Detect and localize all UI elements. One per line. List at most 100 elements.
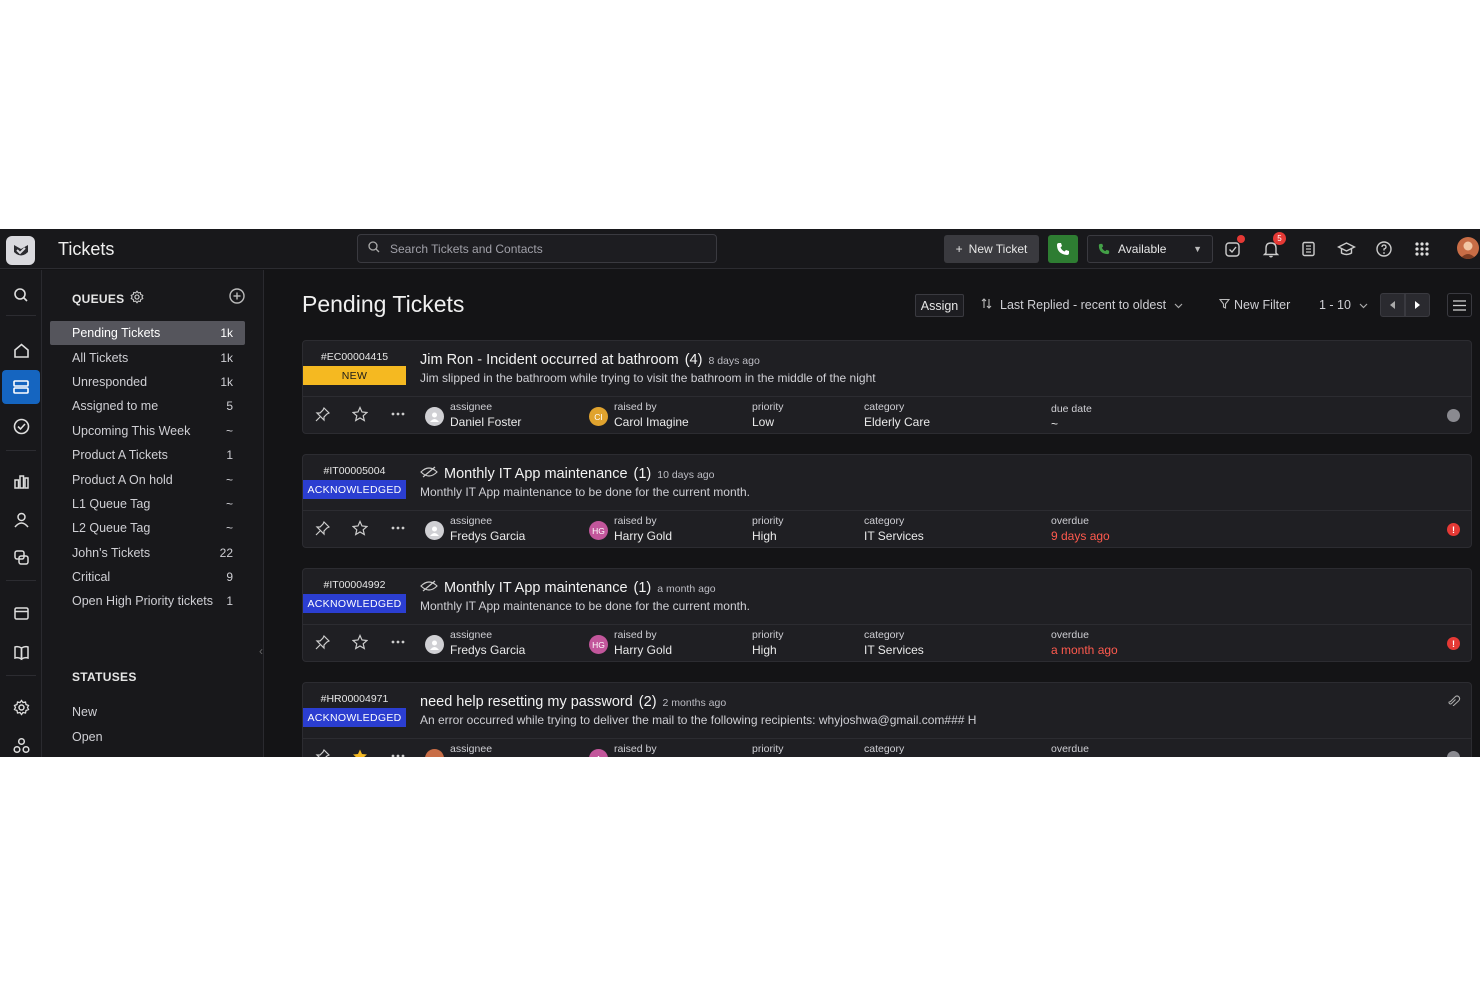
category-label: category: [864, 401, 905, 413]
more-options-icon[interactable]: [390, 748, 406, 757]
ticket-title[interactable]: Monthly IT App maintenance (1) a month a…: [420, 580, 716, 596]
more-options-icon[interactable]: [390, 520, 406, 536]
app-logo-icon[interactable]: [6, 236, 35, 265]
pin-icon[interactable]: [314, 520, 330, 536]
search-icon[interactable]: [7, 281, 35, 309]
queue-item-product-a-on-hold[interactable]: Product A On hold ~: [50, 467, 245, 491]
search-bar[interactable]: [357, 234, 717, 263]
queue-label: L2 Queue Tag: [72, 521, 151, 536]
due-date-value[interactable]: ~: [1051, 417, 1092, 431]
queue-item-johns-tickets[interactable]: John's Tickets 22: [50, 541, 245, 565]
ticket-divider: [303, 510, 1471, 511]
apps-grid-icon[interactable]: [1411, 238, 1433, 260]
overdue-value[interactable]: a month ago: [1051, 643, 1118, 657]
queue-label: Upcoming This Week: [72, 423, 191, 438]
notes-icon[interactable]: [1297, 238, 1319, 260]
ticket-status-badge: NEW: [303, 366, 406, 385]
queue-item-l1-queue-tag[interactable]: L1 Queue Tag ~: [50, 492, 245, 516]
help-icon[interactable]: [1373, 238, 1395, 260]
star-filled-icon[interactable]: [352, 748, 368, 757]
pin-icon[interactable]: [314, 406, 330, 422]
ticket-actions: [314, 520, 406, 536]
star-icon[interactable]: [352, 406, 368, 422]
tasks-icon[interactable]: [1222, 235, 1245, 260]
settings-icon[interactable]: [7, 693, 35, 721]
knowledge-icon[interactable]: [7, 638, 35, 666]
queue-settings-icon[interactable]: [130, 290, 144, 307]
queue-item-unresponded[interactable]: Unresponded 1k: [50, 370, 245, 394]
ticket-status-badge: ACKNOWLEDGED: [303, 708, 406, 727]
ticket-reply-count: (1): [633, 580, 652, 596]
more-options-icon[interactable]: [390, 406, 406, 422]
attachment-icon[interactable]: [1447, 693, 1461, 711]
ticket-card[interactable]: #EC00004415 NEW Jim Ron - Incident occur…: [302, 340, 1472, 434]
star-icon[interactable]: [352, 520, 368, 536]
chat-icon[interactable]: [7, 543, 35, 571]
queue-item-product-a-tickets[interactable]: Product A Tickets 1: [50, 443, 245, 467]
pin-icon[interactable]: [314, 634, 330, 650]
integrations-icon[interactable]: [7, 731, 35, 757]
window-icon[interactable]: [7, 599, 35, 627]
ticket-title[interactable]: need help resetting my password (2) 2 mo…: [420, 694, 726, 710]
ticket-title[interactable]: Jim Ron - Incident occurred at bathroom …: [420, 352, 760, 368]
ticket-id[interactable]: #IT00005004: [303, 465, 406, 477]
check-icon[interactable]: [7, 412, 35, 440]
ticket-id[interactable]: #HR00004971: [303, 693, 406, 705]
sort-dropdown[interactable]: Last Replied - recent to oldest: [981, 298, 1183, 312]
overdue-value[interactable]: 9 days ago: [1051, 529, 1110, 543]
assignee-value[interactable]: Daniel Foster: [450, 415, 521, 429]
assignee-value[interactable]: Fredys Garcia: [450, 529, 525, 543]
new-ticket-button[interactable]: + New Ticket: [944, 235, 1039, 263]
assign-button[interactable]: Assign: [915, 294, 964, 317]
ticket-title[interactable]: Monthly IT App maintenance (1) 10 days a…: [420, 466, 714, 482]
next-page-icon[interactable]: [1405, 293, 1430, 317]
queue-item-critical[interactable]: Critical 9: [50, 565, 245, 589]
previous-page-icon[interactable]: [1380, 293, 1405, 317]
assignee-value[interactable]: Fredys Garcia: [450, 643, 525, 657]
raised-by-value[interactable]: Carol Imagine: [614, 415, 689, 429]
ticket-id[interactable]: #EC00004415: [303, 351, 406, 363]
queue-item-pending-tickets[interactable]: Pending Tickets 1k: [50, 321, 245, 346]
category-value[interactable]: Elderly Care: [864, 415, 930, 429]
raised-by-field: raised by Harry Gold: [614, 629, 672, 657]
queue-item-all-tickets[interactable]: All Tickets 1k: [50, 345, 245, 369]
ticket-card[interactable]: #IT00005004 ACKNOWLEDGED Monthly IT App …: [302, 454, 1472, 548]
list-menu-icon[interactable]: [1447, 293, 1472, 317]
page-range-dropdown[interactable]: 1 - 10: [1319, 298, 1368, 312]
bell-icon[interactable]: 5: [1260, 232, 1286, 260]
pagination: [1380, 293, 1430, 317]
reports-icon[interactable]: [7, 467, 35, 495]
priority-value[interactable]: Low: [752, 415, 784, 429]
queue-item-l2-queue-tag[interactable]: L2 Queue Tag ~: [50, 516, 245, 540]
priority-value[interactable]: High: [752, 643, 784, 657]
add-queue-icon[interactable]: [228, 287, 246, 305]
search-input[interactable]: [390, 241, 690, 256]
queue-item-assigned-to-me[interactable]: Assigned to me 5: [50, 394, 245, 418]
tasks-alert-dot: [1237, 235, 1245, 243]
star-icon[interactable]: [352, 634, 368, 650]
contacts-icon[interactable]: [7, 505, 35, 533]
new-filter-button[interactable]: New Filter: [1218, 298, 1290, 312]
queue-item-open-high-priority[interactable]: Open High Priority tickets 1: [50, 589, 245, 613]
priority-value[interactable]: High: [752, 529, 784, 543]
home-icon[interactable]: [7, 336, 35, 364]
raised-by-value[interactable]: Harry Gold: [614, 643, 672, 657]
phone-button[interactable]: [1048, 235, 1078, 263]
status-item-open[interactable]: Open: [72, 724, 103, 748]
queue-item-upcoming-this-week[interactable]: Upcoming This Week ~: [50, 419, 245, 443]
pin-icon[interactable]: [314, 748, 330, 757]
tickets-icon[interactable]: [2, 370, 40, 404]
category-value[interactable]: IT Services: [864, 643, 924, 657]
ticket-card[interactable]: #HR00004971 ACKNOWLEDGED need help reset…: [302, 682, 1472, 757]
availability-dropdown[interactable]: Available ▼: [1087, 235, 1213, 263]
overdue-alert-icon: !: [1447, 523, 1460, 536]
raised-by-value[interactable]: Harry Gold: [614, 529, 672, 543]
category-value[interactable]: IT Services: [864, 529, 924, 543]
ticket-id[interactable]: #IT00004992: [303, 579, 406, 591]
user-avatar[interactable]: [1457, 237, 1479, 259]
ticket-card[interactable]: #IT00004992 ACKNOWLEDGED Monthly IT App …: [302, 568, 1472, 662]
more-options-icon[interactable]: [390, 634, 406, 650]
ticket-subject: Monthly IT App maintenance: [444, 580, 628, 596]
status-item-new[interactable]: New: [72, 700, 103, 724]
learn-icon[interactable]: [1335, 238, 1357, 260]
